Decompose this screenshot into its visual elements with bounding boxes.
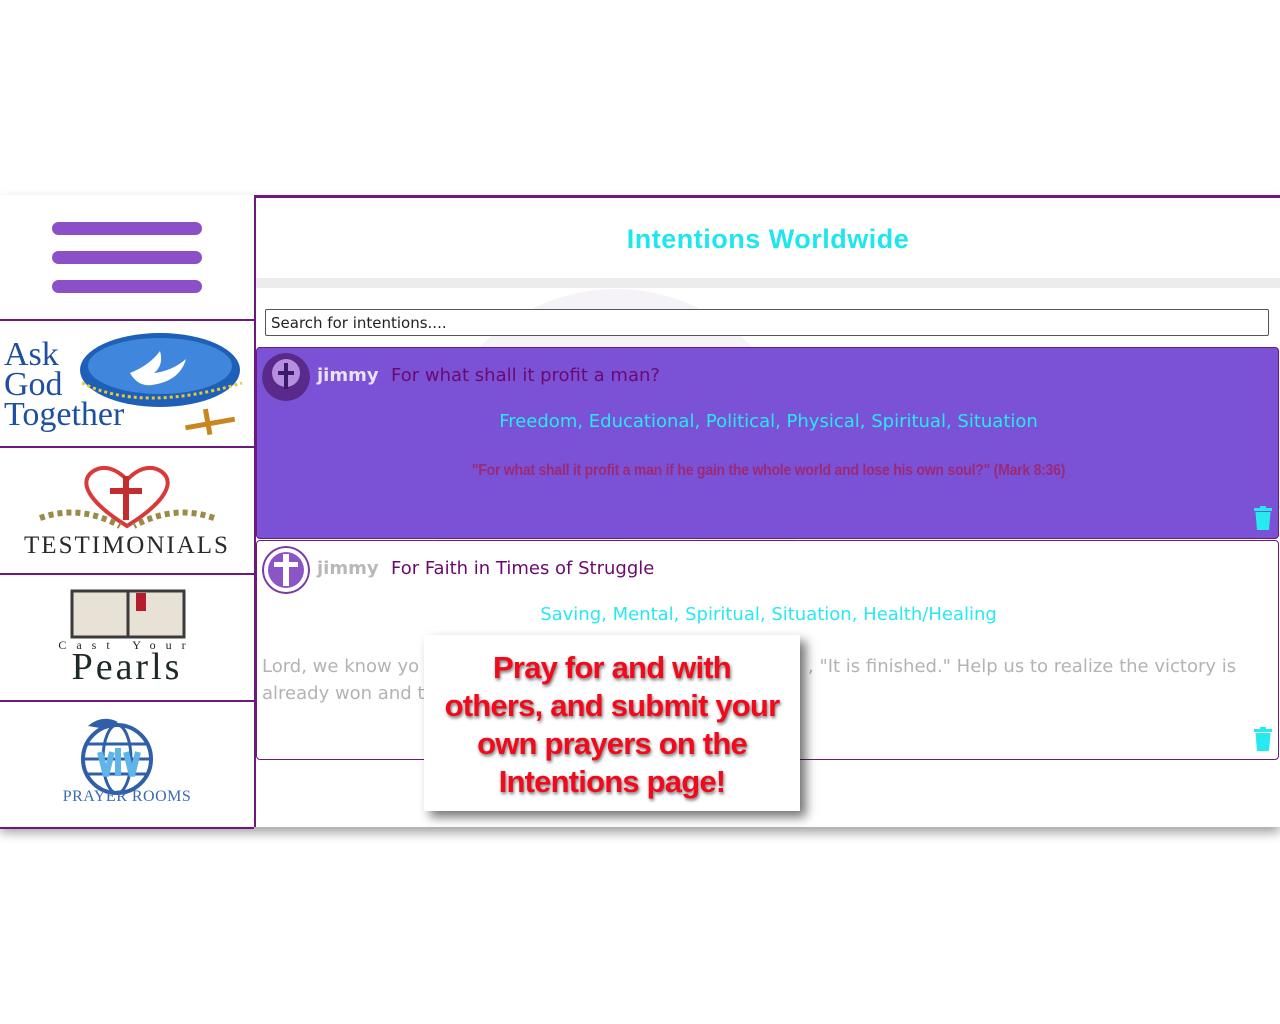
cast-your-pearls-logo: Cast Your Pearls [58,589,186,688]
menu-bar [52,280,202,293]
intention-title: For Faith in Times of Struggle [391,558,655,579]
intention-user[interactable]: jimmy [317,558,379,579]
page-title: Intentions Worldwide [626,224,910,254]
sidebar: Ask God Together TESTIMONIALS Cast Your … [0,195,256,829]
avatar[interactable] [262,546,310,594]
intention-text-line: , "It is finished." Help us to realize t… [808,656,1237,677]
search-input[interactable] [265,309,1269,336]
svg-text:Pearls: Pearls [72,646,183,688]
callout-line: Pray for and with [493,650,732,685]
promo-callout: Pray for and with others, and submit you… [424,635,800,811]
menu-bar [52,251,202,264]
sidebar-item-cast-your-pearls[interactable]: Cast Your Pearls [0,575,254,702]
intention-verse: "For what shall it profit a man if he ga… [471,462,1066,479]
title-divider [256,278,1280,288]
intention-user[interactable]: jimmy [317,365,379,386]
callout-line: own prayers on the [477,726,748,761]
intention-text-line: already won and t [262,683,425,704]
intention-categories: Freedom, Educational, Political, Physica… [499,411,1038,432]
hamburger-menu-icon[interactable] [0,195,254,321]
intention-card[interactable]: jimmy For what shall it profit a man? Fr… [256,347,1279,539]
intention-categories: Saving, Mental, Spiritual, Situation, He… [540,604,997,625]
callout-line: others, and submit your [444,688,781,723]
svg-text:Together: Together [4,396,125,433]
callout-line: Intentions page! [498,764,726,799]
sidebar-item-prayer-rooms[interactable]: PRAYER ROOMS [0,702,254,829]
trash-icon[interactable] [1254,506,1272,530]
svg-text:PRAYER ROOMS: PRAYER ROOMS [63,788,192,805]
menu-bar [52,222,202,235]
prayer-rooms-logo: PRAYER ROOMS [63,718,192,805]
sidebar-item-ask-god-together[interactable]: Ask God Together [0,321,254,448]
testimonials-logo: TESTIMONIALS [24,465,230,559]
avatar[interactable] [262,353,310,401]
trash-icon[interactable] [1254,727,1272,751]
intention-title: For what shall it profit a man? [391,365,660,386]
sidebar-item-testimonials[interactable]: TESTIMONIALS [0,448,254,575]
svg-text:TESTIMONIALS: TESTIMONIALS [24,532,230,559]
ask-god-together-logo: Ask God Together [4,333,243,436]
intention-text-line: Lord, we know yo [262,656,420,677]
